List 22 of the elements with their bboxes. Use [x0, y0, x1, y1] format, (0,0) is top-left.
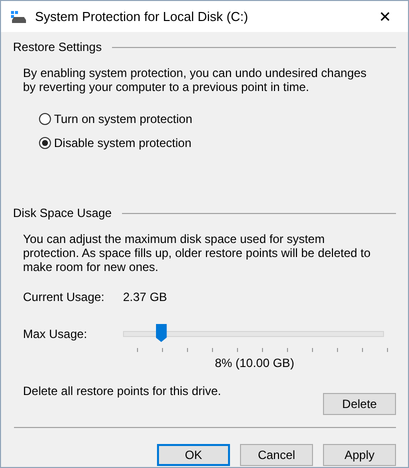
current-usage-value: 2.37 GB	[123, 290, 168, 304]
max-usage-reading: 8% (10.00 GB)	[214, 356, 294, 370]
dialog-button[interactable]: Apply	[323, 444, 396, 466]
description-text: By enabling system protection, you can undo undesired changes by reverting your computer to a previous point in time.	[23, 66, 368, 94]
radio-label[interactable]: Turn on system protection	[54, 112, 192, 126]
delete-button[interactable]: Delete	[323, 393, 396, 415]
group-title: Restore Settings	[13, 40, 102, 54]
radio-label[interactable]: Disable system protection	[54, 136, 192, 150]
radio-button[interactable]	[39, 113, 51, 125]
slider-thumb[interactable]	[156, 324, 167, 342]
window-title: System Protection for Local Disk (C:)	[35, 9, 250, 24]
dialog-button[interactable]: OK	[157, 444, 230, 466]
close-button[interactable]: ✕	[362, 1, 408, 32]
drive-icon	[11, 10, 27, 22]
max-usage-label: Max Usage:	[23, 327, 88, 341]
max-usage-slider[interactable]	[123, 324, 384, 344]
description-text: You can adjust the maximum disk space used for system protection. As space fills up, older restore points will be deleted to make room for new ones.	[23, 232, 372, 274]
delete-description: Delete all restore points for this drive.	[23, 384, 222, 398]
dialog-button[interactable]: Cancel	[240, 444, 313, 466]
group-title: Disk Space Usage	[13, 206, 112, 220]
current-usage-label: Current Usage:	[23, 290, 106, 304]
radio-button[interactable]	[39, 137, 51, 149]
